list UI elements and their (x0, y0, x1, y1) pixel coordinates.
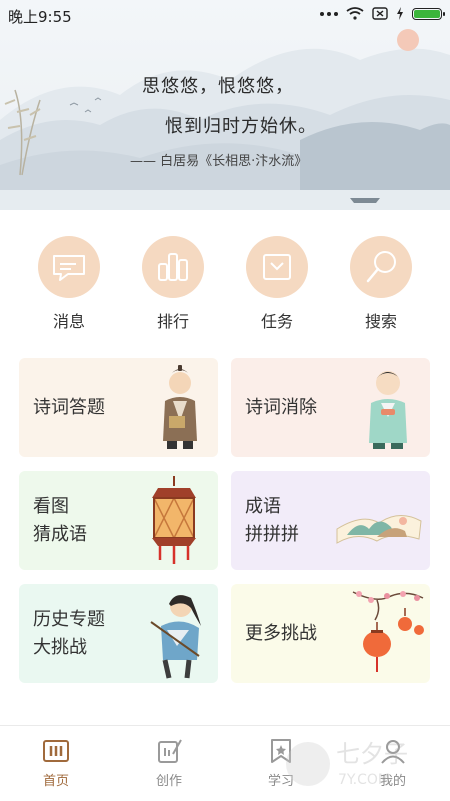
no-sim-icon (372, 7, 388, 20)
card-title: 诗词答题 (33, 397, 105, 418)
quick-item-search[interactable]: 搜索 (341, 236, 421, 332)
nav-label: 创作 (155, 774, 182, 789)
card-poetry-eliminate[interactable]: 诗词消除 (231, 358, 430, 457)
quick-item-task[interactable]: 任务 (237, 236, 317, 332)
more-dots-icon (320, 11, 338, 16)
card-more-challenges[interactable]: 更多挑战 (231, 584, 430, 683)
home-icon (43, 740, 69, 762)
card-title-line2: 拼拼拼 (245, 524, 299, 545)
nav-compose[interactable]: 创作 (134, 738, 204, 789)
battery-icon (412, 7, 445, 20)
plum-blossom-lantern-illustration (352, 591, 424, 672)
nav-home[interactable]: 首页 (21, 738, 91, 789)
landscape-painting (0, 29, 450, 210)
quick-item-ranking[interactable]: 排行 (133, 236, 213, 332)
quick-actions: 消息 排行 任务 搜索 (0, 236, 450, 336)
card-title-line1: 看图 (33, 496, 69, 517)
poem-line-1: 思悠悠，恨悠悠， (142, 76, 294, 97)
nav-profile[interactable]: 我的 (358, 738, 428, 789)
ranking-icon (158, 253, 188, 281)
card-idiom-puzzle[interactable]: 成语 拼拼拼 (231, 471, 430, 570)
card-guess-idiom[interactable]: 看图 猜成语 (19, 471, 218, 570)
poem-line-2: 恨到归时方始休。 (165, 116, 317, 137)
boy-illustration (369, 371, 407, 449)
status-bar: 晚上9:55 (0, 0, 450, 30)
compose-icon (158, 739, 182, 763)
card-title: 诗词消除 (245, 397, 317, 418)
bottom-navigation: 首页 创作 学习 我的 (0, 725, 450, 801)
quick-label: 排行 (156, 312, 189, 331)
quick-label: 搜索 (364, 312, 397, 331)
hero-banner: 思悠悠，恨悠悠， 恨到归时方始休。 —— 白居易《长相思·汴水流》 (0, 0, 450, 210)
quick-item-message[interactable]: 消息 (29, 236, 109, 332)
study-icon (271, 739, 291, 763)
card-title-line1: 成语 (245, 496, 281, 517)
quick-label: 任务 (260, 312, 293, 331)
scholar-illustration (163, 365, 197, 449)
card-title-line1: 历史专题 (33, 609, 105, 630)
status-time: 晚上9:55 (8, 8, 72, 26)
card-title: 更多挑战 (245, 623, 317, 644)
lantern-illustration (152, 476, 196, 564)
card-title-line2: 猜成语 (33, 524, 87, 545)
quick-label: 消息 (52, 312, 85, 331)
profile-icon (381, 740, 405, 764)
charging-icon (397, 7, 403, 20)
wifi-icon (346, 7, 364, 20)
task-icon (263, 254, 291, 280)
card-history-challenge[interactable]: 历史专题 大挑战 (19, 584, 218, 683)
nav-label: 学习 (267, 774, 294, 789)
message-icon (53, 255, 85, 281)
poem-author: —— 白居易《长相思·汴水流》 (130, 154, 308, 169)
card-title-line2: 大挑战 (33, 637, 87, 658)
nav-label: 首页 (42, 774, 69, 789)
card-poetry-quiz[interactable]: 诗词答题 (19, 358, 218, 457)
status-icons (320, 7, 445, 20)
search-icon (366, 251, 396, 283)
nav-study[interactable]: 学习 (246, 738, 316, 789)
warrior-illustration (150, 595, 201, 679)
nav-label: 我的 (379, 774, 406, 789)
landscape-scroll-illustration (336, 515, 422, 544)
